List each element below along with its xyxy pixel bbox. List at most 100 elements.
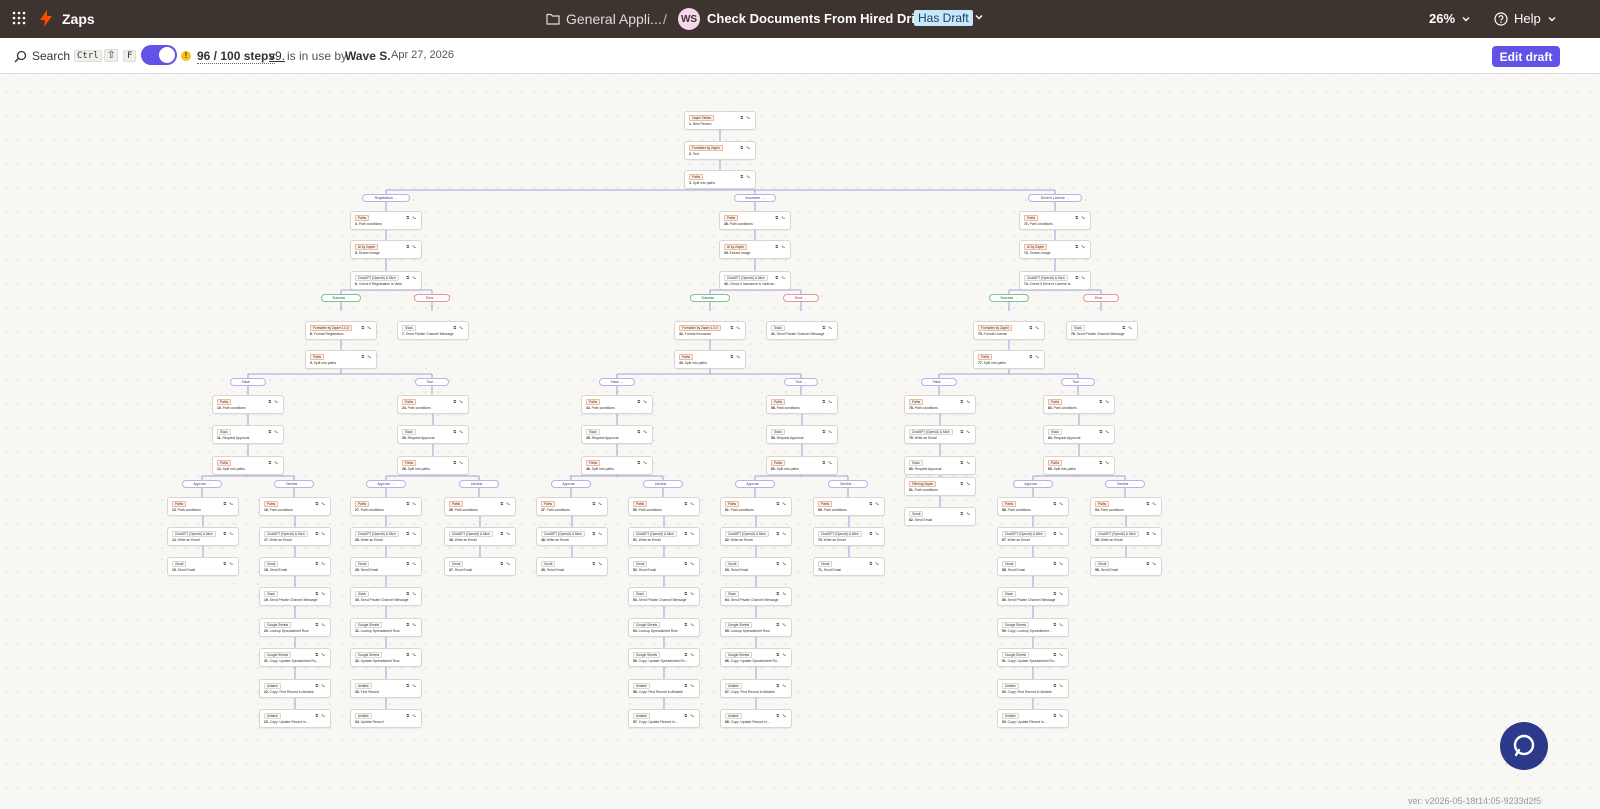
step-actions-icon[interactable]: ⧉ ✎ [822,325,833,330]
flow-step-card[interactable]: Airtable 57. Copy: Update Record in... ⧉ ✎ [628,709,700,728]
flow-step-card[interactable]: Paths 44. Path conditions ⧉ ✎ [581,395,653,414]
step-actions-icon[interactable]: ⧉ ✎ [684,713,695,718]
step-actions-icon[interactable]: ⧉ ✎ [684,622,695,627]
flow-step-card[interactable]: Paths 9. Split into paths ⧉ ✎ [305,350,377,369]
step-actions-icon[interactable]: ⧉ ✎ [776,622,787,627]
flow-step-card[interactable]: Filtering Zapier 81. Path conditions ⧉ ✎ [904,477,976,496]
flow-step-card[interactable]: Slack 53. Send Private Channel Message ⧉ ✎ [628,587,700,606]
step-actions-icon[interactable]: ⧉ ✎ [960,399,971,404]
step-actions-icon[interactable]: ⧉ ✎ [776,591,787,596]
step-actions-icon[interactable]: ⧉ ✎ [822,460,833,465]
step-actions-icon[interactable]: ⧉ ✎ [1029,354,1040,359]
flow-step-card[interactable]: Airtable 34. Update Record ⧉ ✎ [350,709,422,728]
step-actions-icon[interactable]: ⧉ ✎ [1075,244,1086,249]
step-actions-icon[interactable]: ⧉ ✎ [740,174,751,179]
flow-step-card[interactable]: Paths 61. Path conditions ⧉ ✎ [720,497,792,516]
flow-step-card[interactable]: Google Sheets 32. Update Spreadsheet Row ⧉… [350,648,422,667]
flow-step-card[interactable]: Airtable 23. Copy: Update Record in... ⧉ ✎ [259,709,331,728]
flow-step-card[interactable]: Paths 94. Path conditions ⧉ ✎ [1090,497,1162,516]
path-branch-pill[interactable]: Insurance ⌄ [733,194,777,202]
folder-breadcrumb[interactable]: General Appli... [546,11,662,27]
flow-step-card[interactable]: Formatter by Zapier 1.0.0 42. Format Insu… [674,321,746,340]
path-branch-pill[interactable]: False ⌄ [599,378,635,386]
flow-step-card[interactable]: Airtable 67. Copy: Find Record in Airtabl… [720,679,792,698]
flow-step-card[interactable]: ChatGPT (OpenAI) & Mich 28. Write an Emai… [350,527,422,546]
flow-step-card[interactable]: Airtable 56. Copy: Find Record in Airtabl… [628,679,700,698]
flow-step-card[interactable]: ChatGPT (OpenAI) & Mich 70. Write an Emai… [813,527,885,546]
path-branch-pill[interactable]: True ⌄ [414,378,450,386]
path-branch-pill[interactable]: Success ⌄ [321,294,361,302]
step-actions-icon[interactable]: ⧉ ✎ [1099,460,1110,465]
step-actions-icon[interactable]: ⧉ ✎ [776,561,787,566]
flow-step-card[interactable]: Paths 43. Split into paths ⧉ ✎ [674,350,746,369]
flow-step-card[interactable]: Paths 86. Path conditions ⧉ ✎ [997,497,1069,516]
flow-step-card[interactable]: ChatGPT (OpenAI) & Mich 17. Write an Emai… [259,527,331,546]
path-branch-pill[interactable]: Error ⌄ [414,294,450,302]
step-actions-icon[interactable]: ⧉ ✎ [453,399,464,404]
step-actions-icon[interactable]: ⧉ ✎ [406,215,417,220]
flow-step-card[interactable]: Google Sheets 31. Lookup Spreadsheet Row ⧉… [350,618,422,637]
step-actions-icon[interactable]: ⧉ ✎ [1146,531,1157,536]
step-actions-icon[interactable]: ⧉ ✎ [960,460,971,465]
flow-step-card[interactable]: Slack 89. Send Private Channel Message ⧉ ✎ [997,587,1069,606]
step-actions-icon[interactable]: ⧉ ✎ [1075,275,1086,280]
flow-step-card[interactable]: Gmail 49. Send Email ⧉ ✎ [536,557,608,576]
flow-step-card[interactable]: Paths 3. Split into paths ⧉ ✎ [684,170,756,189]
flow-step-card[interactable]: AI by Zapier 73. Screen image ⧉ ✎ [1019,240,1091,259]
step-actions-icon[interactable]: ⧉ ✎ [223,501,234,506]
step-actions-icon[interactable]: ⧉ ✎ [775,275,786,280]
step-actions-icon[interactable]: ⧉ ✎ [406,244,417,249]
flow-step-card[interactable]: ChatGPT (OpenAI) & Mich 48. Write an Emai… [536,527,608,546]
step-actions-icon[interactable]: ⧉ ✎ [960,511,971,516]
flow-step-card[interactable]: Paths 24. Path conditions ⧉ ✎ [397,395,469,414]
path-branch-pill[interactable]: False ⌄ [230,378,266,386]
step-actions-icon[interactable]: ⧉ ✎ [960,481,971,486]
step-actions-icon[interactable]: ⧉ ✎ [1053,713,1064,718]
step-actions-icon[interactable]: ⧉ ✎ [1146,501,1157,506]
step-actions-icon[interactable]: ⧉ ✎ [684,531,695,536]
flow-step-card[interactable]: Gmail 96. Send Email ⧉ ✎ [1090,557,1162,576]
flow-step-card[interactable]: Google Sheets 21. Copy: Update Spreadshee… [259,648,331,667]
flow-step-card[interactable]: ChatGPT (OpenAI) & Mich 74. Check if Driv… [1019,271,1091,290]
step-actions-icon[interactable]: ⧉ ✎ [1075,215,1086,220]
step-actions-icon[interactable]: ⧉ ✎ [315,501,326,506]
flow-step-card[interactable]: Paths 69. Path conditions ⧉ ✎ [813,497,885,516]
step-actions-icon[interactable]: ⧉ ✎ [406,591,417,596]
edit-draft-button[interactable]: Edit draft [1492,46,1560,67]
step-actions-icon[interactable]: ⧉ ✎ [740,115,751,120]
step-actions-icon[interactable]: ⧉ ✎ [406,652,417,657]
step-actions-icon[interactable]: ⧉ ✎ [960,429,971,434]
flow-step-card[interactable]: Gmail 82. Send Email ⧉ ✎ [904,507,976,526]
zoom-control[interactable]: 26% [1429,11,1471,26]
flow-step-card[interactable]: Slack 25. Request Approval ⧉ ✎ [397,425,469,444]
step-actions-icon[interactable]: ⧉ ✎ [223,531,234,536]
flow-step-card[interactable]: Formatter by Zapier 1.0.0 8. Format Regis… [305,321,377,340]
step-actions-icon[interactable]: ⧉ ✎ [361,354,372,359]
step-actions-icon[interactable]: ⧉ ✎ [453,325,464,330]
step-actions-icon[interactable]: ⧉ ✎ [775,215,786,220]
step-actions-icon[interactable]: ⧉ ✎ [1122,325,1133,330]
flow-step-card[interactable]: Airtable 22. Copy: Find Record in Airtabl… [259,679,331,698]
step-actions-icon[interactable]: ⧉ ✎ [453,429,464,434]
flow-step-card[interactable]: Airtable 92. Copy: Find Record in Airtabl… [997,679,1069,698]
step-actions-icon[interactable]: ⧉ ✎ [869,501,880,506]
path-branch-pill[interactable]: Decline ⌄ [459,480,499,488]
flow-step-card[interactable]: Paths 16. Path conditions ⧉ ✎ [259,497,331,516]
step-actions-icon[interactable]: ⧉ ✎ [315,713,326,718]
flow-step-card[interactable]: Paths 72. Path conditions ⧉ ✎ [1019,211,1091,230]
step-actions-icon[interactable]: ⧉ ✎ [1053,652,1064,657]
step-actions-icon[interactable]: ⧉ ✎ [776,713,787,718]
version-link[interactable]: v9. [269,49,285,63]
flow-step-card[interactable]: ChatGPT (OpenAI) & Mich 87. Write an Emai… [997,527,1069,546]
step-actions-icon[interactable]: ⧉ ✎ [406,531,417,536]
path-branch-pill[interactable]: Decline ⌄ [274,480,314,488]
flow-step-card[interactable]: Google Sheets 65. Lookup Spreadsheet Row ⧉… [720,618,792,637]
step-actions-icon[interactable]: ⧉ ✎ [500,561,511,566]
step-actions-icon[interactable]: ⧉ ✎ [776,652,787,657]
flow-step-card[interactable]: Gmail 37. Send Email ⧉ ✎ [444,557,516,576]
avatar[interactable]: WS [678,8,700,30]
path-branch-pill[interactable]: Approve ⌄ [735,480,775,488]
step-actions-icon[interactable]: ⧉ ✎ [1146,561,1157,566]
search-button[interactable]: Search [14,49,70,63]
flow-step-card[interactable]: ChatGPT (OpenAI) & Mich 36. Write an Emai… [444,527,516,546]
